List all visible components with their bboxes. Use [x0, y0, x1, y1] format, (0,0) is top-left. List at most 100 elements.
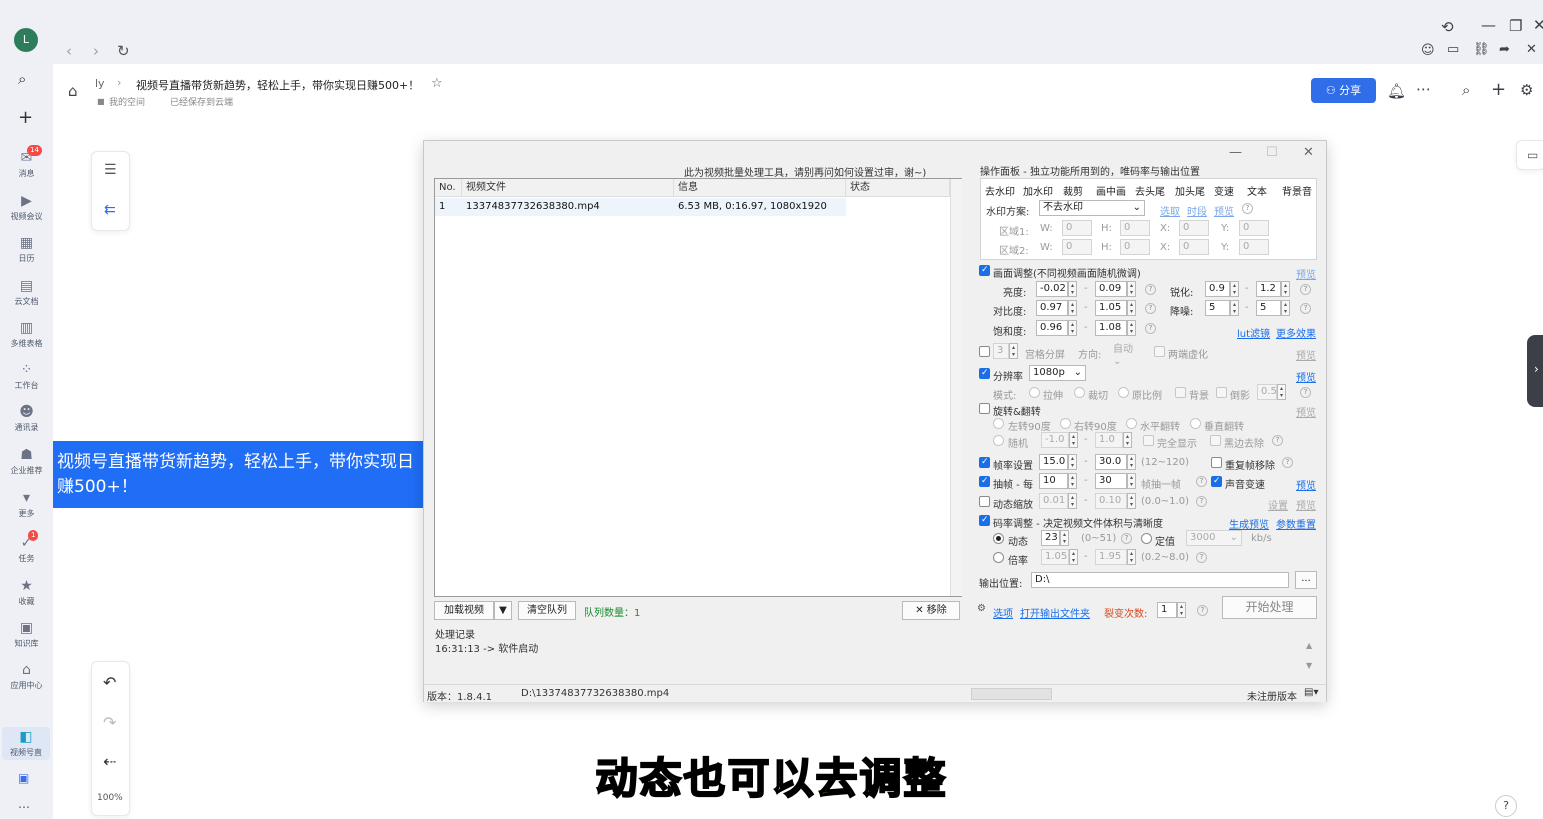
- col-header-status[interactable]: 状态: [846, 179, 950, 197]
- col-header-info[interactable]: 信息: [674, 179, 846, 197]
- area2-x-input[interactable]: 0: [1179, 239, 1209, 255]
- settings-icon[interactable]: ⚙: [1520, 81, 1533, 99]
- load-video-button[interactable]: 加载视频: [434, 601, 494, 620]
- dynamic-zoom-checkbox[interactable]: [979, 496, 990, 507]
- area1-x-input[interactable]: 0: [1179, 220, 1209, 236]
- help-icon[interactable]: ?: [1196, 552, 1207, 563]
- reflection-spinner[interactable]: ▴ ▾: [1277, 384, 1286, 400]
- framerate-max-spinner[interactable]: ▴ ▾: [1127, 454, 1136, 470]
- forward-share-icon[interactable]: ➦: [1499, 42, 1510, 57]
- dynamic-bitrate-input[interactable]: 23: [1041, 530, 1060, 546]
- cell-info[interactable]: 6.53 MB, 0:16.97, 1080x1920: [674, 198, 846, 216]
- grid-split-checkbox[interactable]: [979, 346, 990, 357]
- doc-location[interactable]: 我的空间: [109, 95, 145, 108]
- resolution-select[interactable]: 1080p ⌄: [1029, 365, 1086, 381]
- watermark-scheme-select[interactable]: 不去水印 ⌄: [1039, 200, 1145, 216]
- picture-preview-link[interactable]: 预览: [1296, 266, 1316, 281]
- tab-speed[interactable]: 变速: [1214, 183, 1234, 198]
- full-display-checkbox[interactable]: [1143, 435, 1154, 446]
- reset-params-link[interactable]: 参数重置: [1276, 516, 1316, 531]
- sharpen-min-input[interactable]: 0.9: [1205, 281, 1230, 297]
- comment-panel-toggle[interactable]: ▭: [1516, 140, 1543, 170]
- side-panel-handle[interactable]: ›: [1527, 335, 1543, 407]
- grid-preview-link[interactable]: 预览: [1296, 347, 1316, 362]
- sharpen-max-input[interactable]: 1.2: [1256, 281, 1281, 297]
- col-header-no[interactable]: No.: [435, 179, 462, 197]
- help-icon[interactable]: ?: [1121, 533, 1132, 544]
- help-icon[interactable]: ?: [1272, 435, 1283, 446]
- saturation-min-input[interactable]: 0.96: [1036, 320, 1068, 336]
- rail-item-contacts[interactable]: ☻ 通讯录: [0, 404, 53, 433]
- output-path-input[interactable]: D:\: [1031, 572, 1289, 588]
- app-close-icon[interactable]: ✕: [1303, 145, 1314, 160]
- star-icon[interactable]: ☆: [431, 76, 443, 91]
- brightness-max-input[interactable]: 0.09: [1095, 281, 1127, 297]
- help-icon[interactable]: ?: [1196, 496, 1207, 507]
- mode-original-radio[interactable]: [1118, 387, 1129, 398]
- comment-icon[interactable]: ☺: [1421, 43, 1435, 58]
- rotate-right-radio[interactable]: [1060, 418, 1071, 429]
- rail-item-base[interactable]: ▥ 多维表格: [0, 320, 53, 349]
- help-icon[interactable]: ?: [1145, 284, 1156, 295]
- outline-icon[interactable]: ☰: [104, 162, 117, 178]
- help-icon[interactable]: ?: [1145, 303, 1156, 314]
- split-count-spinner[interactable]: ▴ ▾: [1177, 602, 1186, 618]
- redo-icon[interactable]: ↷: [103, 713, 116, 732]
- rail-item-recommend[interactable]: ☗ 企业推荐: [0, 447, 53, 476]
- app-maximize-icon[interactable]: ☐: [1266, 145, 1278, 160]
- frame-drop-preview-link[interactable]: 预览: [1296, 477, 1316, 492]
- dynamic-bitrate-radio[interactable]: [993, 533, 1004, 544]
- frame-drop-max-spinner[interactable]: ▴ ▾: [1127, 473, 1136, 489]
- rotate-max-input[interactable]: 1.0: [1095, 432, 1123, 448]
- area2-y-input[interactable]: 0: [1239, 239, 1269, 255]
- zoom-min-spinner[interactable]: ▴ ▾: [1068, 493, 1077, 509]
- select-link[interactable]: 选取: [1160, 203, 1180, 218]
- frame-drop-min-spinner[interactable]: ▴ ▾: [1068, 473, 1077, 489]
- restore-icon[interactable]: ❐: [1509, 17, 1522, 35]
- help-icon[interactable]: ?: [1197, 605, 1208, 616]
- rail-item-workplace[interactable]: ⁘ 工作台: [0, 362, 53, 391]
- framerate-checkbox[interactable]: [979, 457, 990, 468]
- denoise-max-spinner[interactable]: ▴ ▾: [1281, 300, 1290, 316]
- brightness-min-input[interactable]: -0.02: [1036, 281, 1068, 297]
- refresh-icon[interactable]: ↻: [117, 42, 130, 60]
- area1-y-input[interactable]: 0: [1239, 220, 1269, 236]
- denoise-min-input[interactable]: 5: [1205, 300, 1230, 316]
- tab-text[interactable]: 文本: [1247, 183, 1267, 198]
- rotate-max-spinner[interactable]: ▴ ▾: [1123, 432, 1132, 448]
- saturation-max-input[interactable]: 1.08: [1095, 320, 1127, 336]
- fixed-bitrate-radio[interactable]: [1141, 533, 1152, 544]
- cell-status[interactable]: [846, 198, 950, 216]
- add-icon[interactable]: +: [18, 107, 33, 128]
- rotate-left-radio[interactable]: [993, 418, 1004, 429]
- saturation-max-spinner[interactable]: ▴ ▾: [1127, 320, 1136, 336]
- contrast-max-spinner[interactable]: ▴ ▾: [1127, 300, 1136, 316]
- picture-adjust-checkbox[interactable]: [979, 265, 990, 276]
- search-doc-icon[interactable]: ⌕: [1462, 81, 1470, 99]
- ratio-min-input[interactable]: 1.05: [1041, 549, 1069, 565]
- brightness-min-spinner[interactable]: ▴ ▾: [1068, 281, 1077, 297]
- window-icon[interactable]: ▭: [1447, 42, 1459, 57]
- tab-bgm[interactable]: 背景音: [1282, 183, 1312, 198]
- tab-crop[interactable]: 裁剪: [1063, 183, 1083, 198]
- zoom-max-input[interactable]: 0.10: [1095, 493, 1127, 509]
- flip-v-radio[interactable]: [1190, 418, 1201, 429]
- rotate-random-radio[interactable]: [993, 435, 1004, 446]
- contrast-min-input[interactable]: 0.97: [1036, 300, 1068, 316]
- history-icon[interactable]: ⟲: [1441, 18, 1454, 36]
- cell-file[interactable]: 13374837732638380.mp4: [462, 198, 674, 216]
- cell-no[interactable]: 1: [435, 198, 462, 216]
- link-icon[interactable]: ⛓: [1473, 42, 1490, 57]
- rail-item-tasks[interactable]: ✓ 任务: [0, 535, 53, 564]
- clear-queue-button[interactable]: 清空队列: [518, 601, 576, 620]
- brightness-max-spinner[interactable]: ▴ ▾: [1127, 281, 1136, 297]
- denoise-max-input[interactable]: 5: [1256, 300, 1281, 316]
- frame-drop-checkbox[interactable]: [979, 476, 990, 487]
- rail-item-meeting[interactable]: ▶ 视频会议: [0, 193, 53, 222]
- search-icon[interactable]: ⌕: [18, 70, 26, 88]
- tab-pip[interactable]: 画中画: [1096, 183, 1126, 198]
- tab-remove-watermark[interactable]: 去水印: [985, 183, 1015, 198]
- options-link[interactable]: 选项: [993, 605, 1013, 620]
- sharpen-min-spinner[interactable]: ▴ ▾: [1230, 281, 1239, 297]
- more-effects-link[interactable]: 更多效果: [1276, 325, 1316, 340]
